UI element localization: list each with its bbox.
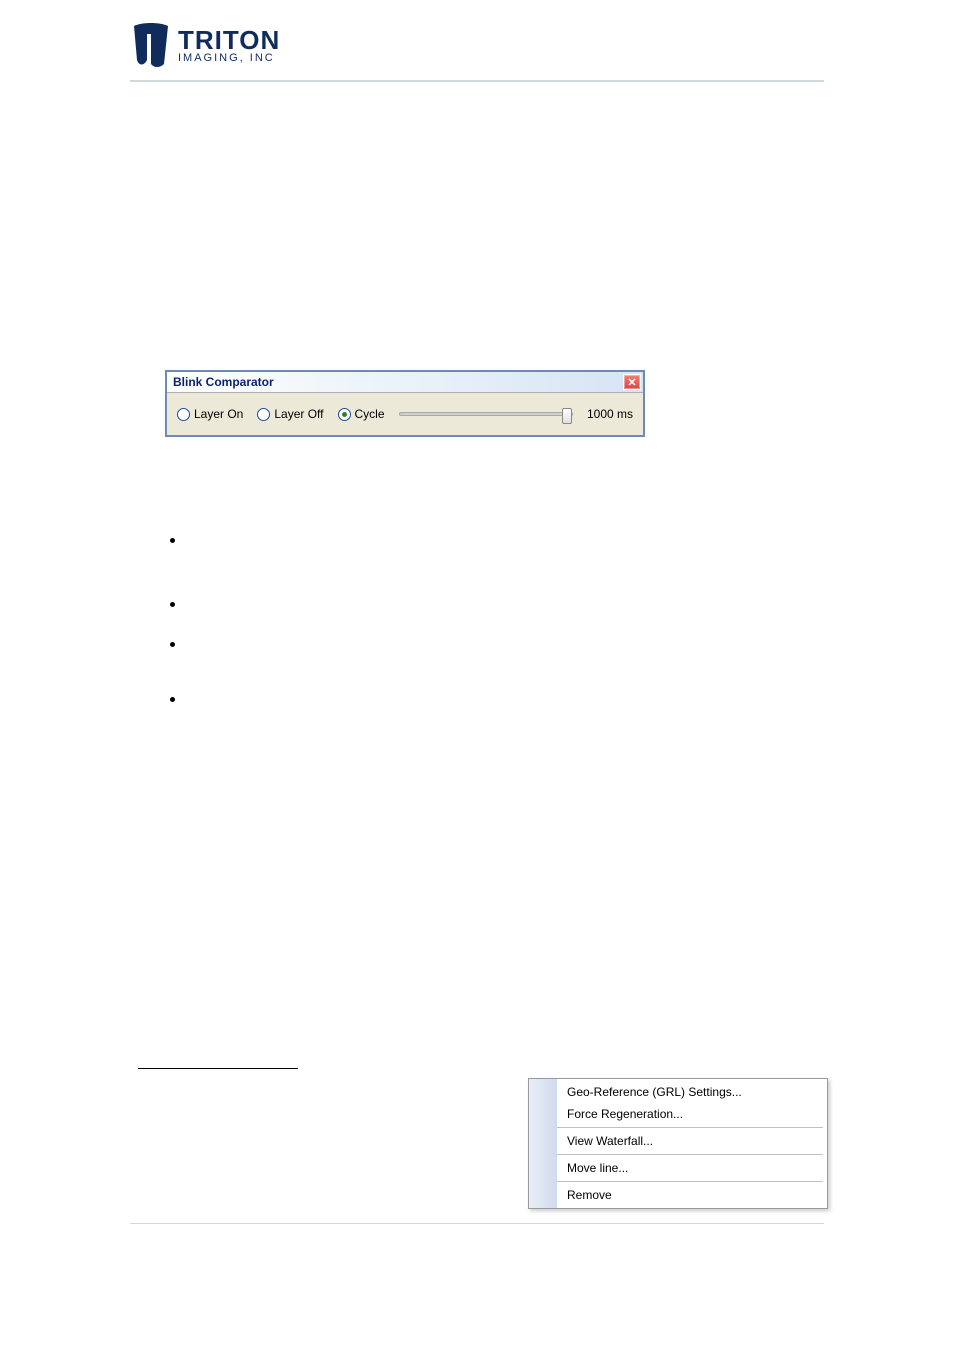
dialog-body: Layer On Layer Off Cycle 1000 ms (167, 393, 643, 435)
close-icon: ✕ (627, 376, 636, 389)
logo-text-sub: IMAGING, INC (178, 53, 280, 64)
logo-text-main: TRITON (178, 27, 280, 53)
menu-gutter (529, 1079, 557, 1208)
menu-item-view-waterfall[interactable]: View Waterfall... (557, 1130, 827, 1152)
radio-cycle[interactable]: Cycle (338, 407, 385, 421)
menu-separator (557, 1181, 823, 1182)
page-header: TRITON IMAGING, INC (130, 20, 824, 82)
radio-layer-off[interactable]: Layer Off (257, 407, 323, 421)
bullet-icon (170, 697, 175, 702)
menu-separator (557, 1154, 823, 1155)
triton-logo-icon (130, 20, 172, 70)
footer-divider (130, 1223, 824, 1224)
menu-item-move-line[interactable]: Move line... (557, 1157, 827, 1179)
header-divider (130, 80, 824, 82)
cycle-speed-slider[interactable] (399, 412, 573, 416)
bullet-icon (170, 602, 175, 607)
menu-separator (557, 1127, 823, 1128)
dialog-titlebar[interactable]: Blink Comparator ✕ (167, 372, 643, 393)
section-underline (138, 1068, 298, 1069)
line-context-menu: Geo-Reference (GRL) Settings... Force Re… (528, 1078, 828, 1209)
company-logo: TRITON IMAGING, INC (130, 20, 824, 70)
radio-icon (177, 408, 190, 421)
blink-comparator-dialog: Blink Comparator ✕ Layer On Layer Off Cy… (165, 370, 645, 437)
slider-thumb[interactable] (562, 408, 572, 424)
dialog-title: Blink Comparator (173, 375, 274, 389)
radio-icon (338, 408, 351, 421)
menu-item-grl-settings[interactable]: Geo-Reference (GRL) Settings... (557, 1081, 827, 1103)
radio-label: Layer On (194, 407, 243, 421)
bullet-icon (170, 538, 175, 543)
menu-item-force-regeneration[interactable]: Force Regeneration... (557, 1103, 827, 1125)
close-button[interactable]: ✕ (623, 374, 641, 390)
cycle-time-value: 1000 ms (587, 407, 633, 421)
radio-label: Cycle (355, 407, 385, 421)
radio-layer-on[interactable]: Layer On (177, 407, 243, 421)
radio-label: Layer Off (274, 407, 323, 421)
radio-icon (257, 408, 270, 421)
bullet-icon (170, 642, 175, 647)
menu-item-remove[interactable]: Remove (557, 1184, 827, 1206)
